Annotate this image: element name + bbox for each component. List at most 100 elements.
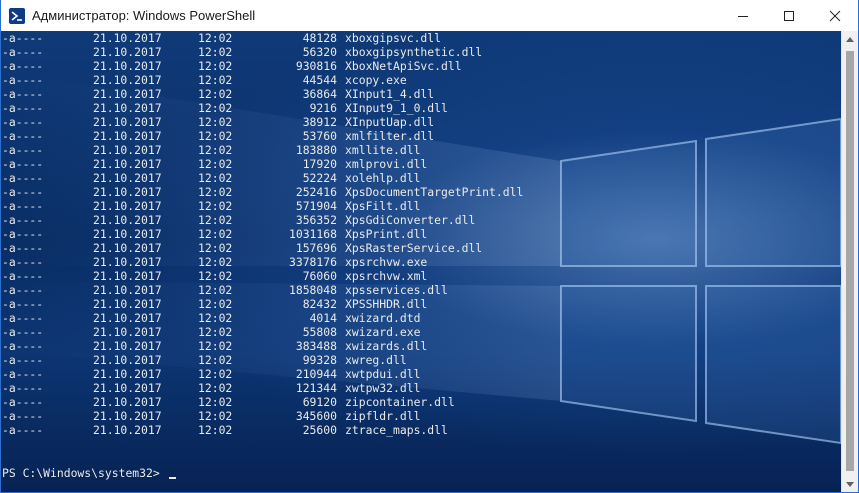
- row-time: 12:02: [198, 297, 233, 311]
- row-mode: -a----: [2, 129, 44, 143]
- row-filename: xwreg.dll: [345, 353, 407, 367]
- row-filename: xpsservices.dll: [345, 283, 448, 297]
- row-length: 3378176: [288, 255, 337, 269]
- row-time: 12:02: [198, 185, 233, 199]
- row-filename: xwtpdui.dll: [345, 367, 421, 381]
- row-length: 356352: [295, 213, 337, 227]
- listing-row: -a---- 21.10.2017 12:02 82432 XPSSHHDR.dll: [1, 297, 841, 311]
- row-time: 12:02: [198, 423, 233, 437]
- row-filename: xwizards.dll: [345, 339, 428, 353]
- row-length: 345600: [295, 409, 337, 423]
- prompt-line[interactable]: PS C:\Windows\system32>: [2, 466, 176, 480]
- row-filename: xboxgipsynthetic.dll: [345, 45, 483, 59]
- listing-row: -a---- 21.10.2017 12:02 571904 XpsFilt.dll: [1, 199, 841, 213]
- powershell-icon[interactable]: [9, 7, 25, 24]
- listing-row: -a---- 21.10.2017 12:02 345600 zipfldr.dll: [1, 409, 841, 423]
- listing-row: -a---- 21.10.2017 12:02 99328 xwreg.dll: [1, 353, 841, 367]
- text-cursor: [168, 477, 176, 479]
- row-filename: xcopy.exe: [345, 73, 407, 87]
- row-length: 1031168: [288, 227, 337, 241]
- row-date: 21.10.2017: [93, 199, 162, 213]
- row-date: 21.10.2017: [93, 241, 162, 255]
- row-date: 21.10.2017: [93, 283, 162, 297]
- row-time: 12:02: [198, 59, 233, 73]
- listing-row: -a---- 21.10.2017 12:02 55808 xwizard.exe: [1, 325, 841, 339]
- row-date: 21.10.2017: [93, 59, 162, 73]
- row-filename: xpsrchvw.exe: [345, 255, 428, 269]
- row-mode: -a----: [2, 157, 44, 171]
- listing-row: -a---- 21.10.2017 12:02 1858048 xpsservices.…: [1, 283, 841, 297]
- row-filename: XpsDocumentTargetPrint.dll: [345, 185, 524, 199]
- row-mode: -a----: [2, 101, 44, 115]
- listing-row: -a---- 21.10.2017 12:02 252416 XpsDocumentTa…: [1, 185, 841, 199]
- vertical-scrollbar[interactable]: [841, 31, 858, 492]
- row-mode: -a----: [2, 423, 44, 437]
- listing-row: -a---- 21.10.2017 12:02 4014 xwizard.dtd: [1, 311, 841, 325]
- console-area[interactable]: -a---- 21.10.2017 12:02 48128 xboxgipsvc.dll…: [1, 31, 841, 492]
- listing-row: -a---- 21.10.2017 12:02 930816 XboxNetApiSvc…: [1, 59, 841, 73]
- row-filename: xboxgipsvc.dll: [345, 31, 442, 45]
- listing-row: -a---- 21.10.2017 12:02 383488 xwizards.dll: [1, 339, 841, 353]
- row-date: 21.10.2017: [93, 129, 162, 143]
- row-mode: -a----: [2, 255, 44, 269]
- row-length: 17920: [302, 157, 337, 171]
- row-length: 25600: [302, 423, 337, 437]
- listing-row: -a---- 21.10.2017 12:02 25600 ztrace_maps.dl…: [1, 423, 841, 437]
- row-date: 21.10.2017: [93, 101, 162, 115]
- listing-row: -a---- 21.10.2017 12:02 48128 xboxgipsvc.dll: [1, 31, 841, 45]
- row-date: 21.10.2017: [93, 227, 162, 241]
- close-button[interactable]: [812, 0, 858, 31]
- scrollbar-thumb[interactable]: [846, 51, 854, 471]
- directory-listing: -a---- 21.10.2017 12:02 48128 xboxgipsvc.dll…: [1, 31, 841, 437]
- row-length: 69120: [302, 395, 337, 409]
- row-mode: -a----: [2, 339, 44, 353]
- row-date: 21.10.2017: [93, 269, 162, 283]
- row-filename: xwtpw32.dll: [345, 381, 421, 395]
- close-icon: [829, 10, 841, 21]
- listing-row: -a---- 21.10.2017 12:02 38912 XInputUap.dll: [1, 115, 841, 129]
- maximize-button[interactable]: [766, 0, 812, 31]
- row-date: 21.10.2017: [93, 409, 162, 423]
- title-bar[interactable]: Администратор: Windows PowerShell: [1, 0, 858, 31]
- listing-row: -a---- 21.10.2017 12:02 17920 xmlprovi.dll: [1, 157, 841, 171]
- minimize-button[interactable]: [720, 0, 766, 31]
- row-date: 21.10.2017: [93, 339, 162, 353]
- chevron-down-icon: [846, 482, 854, 487]
- row-time: 12:02: [198, 269, 233, 283]
- row-length: 48128: [302, 31, 337, 45]
- row-time: 12:02: [198, 409, 233, 423]
- row-length: 252416: [295, 185, 337, 199]
- row-mode: -a----: [2, 171, 44, 185]
- row-mode: -a----: [2, 381, 44, 395]
- row-time: 12:02: [198, 395, 233, 409]
- listing-row: -a---- 21.10.2017 12:02 53760 xmlfilter.dll: [1, 129, 841, 143]
- listing-row: -a---- 21.10.2017 12:02 76060 xpsrchvw.xml: [1, 269, 841, 283]
- row-filename: xolehlp.dll: [345, 171, 421, 185]
- row-date: 21.10.2017: [93, 381, 162, 395]
- window-title: Администратор: Windows PowerShell: [32, 8, 256, 23]
- row-date: 21.10.2017: [93, 157, 162, 171]
- scroll-down-button[interactable]: [842, 476, 858, 492]
- row-mode: -a----: [2, 367, 44, 381]
- prompt-text: PS C:\Windows\system32>: [2, 466, 167, 480]
- listing-row: -a---- 21.10.2017 12:02 210944 xwtpdui.dll: [1, 367, 841, 381]
- listing-row: -a---- 21.10.2017 12:02 69120 zipcontainer.d…: [1, 395, 841, 409]
- row-length: 99328: [302, 353, 337, 367]
- row-length: 571904: [295, 199, 337, 213]
- row-filename: XpsFilt.dll: [345, 199, 421, 213]
- row-date: 21.10.2017: [93, 395, 162, 409]
- row-date: 21.10.2017: [93, 297, 162, 311]
- row-date: 21.10.2017: [93, 143, 162, 157]
- row-filename: xwizard.dtd: [345, 311, 421, 325]
- row-time: 12:02: [198, 381, 233, 395]
- listing-row: -a---- 21.10.2017 12:02 356352 XpsGdiConvert…: [1, 213, 841, 227]
- listing-row: -a---- 21.10.2017 12:02 1031168 XpsPrint.dll: [1, 227, 841, 241]
- scroll-up-button[interactable]: [842, 31, 858, 48]
- row-filename: xpsrchvw.xml: [345, 269, 428, 283]
- row-mode: -a----: [2, 143, 44, 157]
- row-time: 12:02: [198, 311, 233, 325]
- row-date: 21.10.2017: [93, 31, 162, 45]
- row-length: 44544: [302, 73, 337, 87]
- row-mode: -a----: [2, 283, 44, 297]
- chevron-up-icon: [846, 37, 854, 42]
